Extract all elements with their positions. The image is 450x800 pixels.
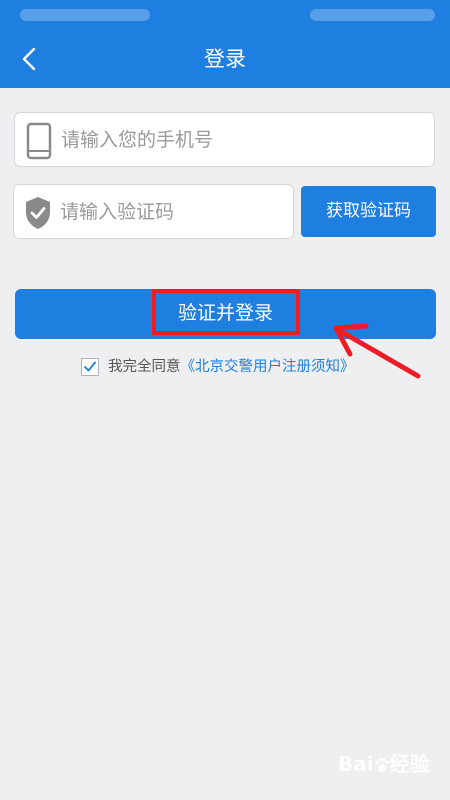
status-bar-blur-left xyxy=(20,9,150,21)
status-bar xyxy=(0,0,450,30)
login-button[interactable]: 验证并登录 xyxy=(15,289,436,339)
status-bar-blur-right xyxy=(310,9,435,21)
navigation-bar: 登录 xyxy=(0,30,450,88)
shield-check-icon xyxy=(26,197,50,229)
code-input[interactable] xyxy=(60,185,285,238)
annotation-highlight-box xyxy=(152,289,300,335)
back-button[interactable] xyxy=(14,42,48,76)
phone-input[interactable] xyxy=(61,113,421,166)
agreement-prefix: 我完全同意 xyxy=(108,359,181,375)
get-code-button[interactable]: 获取验证码 xyxy=(301,186,436,237)
agreement-checkbox[interactable] xyxy=(81,358,99,376)
watermark: Bai 经验 xyxy=(338,748,430,777)
agreement-text: 我完全同意《北京交警用户注册须知》 xyxy=(108,357,355,377)
checkmark-icon xyxy=(84,361,96,372)
paw-icon xyxy=(374,758,389,772)
watermark-text-right: 经验 xyxy=(389,752,430,776)
page-title: 登录 xyxy=(204,47,246,71)
phone-icon xyxy=(26,122,52,160)
terms-link[interactable]: 《北京交警用户注册须知》 xyxy=(181,359,355,375)
code-field[interactable] xyxy=(13,184,294,239)
phone-field[interactable] xyxy=(14,112,435,167)
chevron-left-icon xyxy=(22,47,36,71)
watermark-text-left: Bai xyxy=(338,752,374,776)
